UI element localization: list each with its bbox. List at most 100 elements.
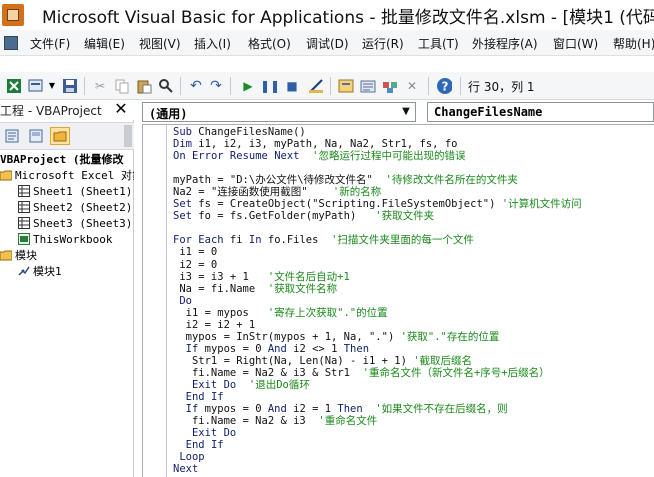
view-code-icon[interactable] — [2, 127, 22, 145]
code-line[interactable] — [173, 162, 651, 174]
code-line[interactable]: Do — [173, 295, 651, 307]
copy-icon[interactable] — [114, 78, 130, 94]
svg-text:?: ? — [442, 80, 449, 94]
close-icon[interactable]: ✕ — [112, 100, 130, 118]
tree-item-vbaproject[interactable]: VBAProject (批量修改 — [0, 152, 123, 168]
toolbar-separator — [84, 77, 85, 95]
code-text: Next — [173, 463, 199, 476]
code-text: If mypos = 0 And i2 = 1 Then — [185, 403, 363, 416]
run-icon[interactable]: ▶ — [240, 78, 256, 94]
menu-format[interactable]: 格式(O) — [248, 35, 291, 52]
toolbox-icon[interactable]: ✕ — [404, 78, 420, 94]
menu-insert[interactable]: 插入(I) — [194, 35, 231, 52]
code-line[interactable]: If mypos = 0 And i2 = 1 Then '如果文件不存在后缀名… — [173, 403, 651, 415]
code-line[interactable]: Next — [173, 463, 651, 475]
design-mode-icon[interactable] — [308, 78, 324, 94]
menu-help[interactable]: 帮助(H) — [613, 35, 654, 52]
view-object-icon[interactable] — [26, 127, 46, 145]
menu-bar: 文件(F) 编辑(E) 视图(V) 插入(I) 格式(O) 调试(D) 运行(R… — [0, 30, 654, 56]
help-icon[interactable]: ? — [436, 78, 452, 94]
standard-toolbar: ▼ ✂ ↶ ↷ ▶ ❚❚ ■ ✕ ? 行 30，列 1 — [0, 72, 654, 100]
system-menu-icon[interactable] — [4, 36, 18, 50]
window-title: Microsoft Visual Basic for Applications … — [42, 8, 654, 28]
code-line[interactable]: Set fs = CreateObject("Scripting.FileSys… — [173, 198, 651, 210]
code-comment: '文件名后自动+1 — [267, 270, 350, 283]
code-comment: '忽略运行过程中可能出现的错误 — [312, 150, 466, 163]
reset-icon[interactable]: ■ — [284, 78, 300, 94]
code-comment: '获取文件夹 — [375, 210, 435, 223]
procedure-dropdown[interactable]: ChangeFilesName — [427, 102, 654, 122]
code-line[interactable]: Str1 = Right(Na, Len(Na) - i1 + 1) '截取后缀… — [173, 355, 651, 367]
tree-item-thisworkbook[interactable]: ThisWorkbook — [18, 232, 112, 248]
toolbar-separator — [428, 77, 429, 95]
code-text: Set fo = fs.GetFolder(myPath) — [173, 210, 376, 223]
toggle-folders-icon[interactable] — [50, 127, 70, 145]
code-lines[interactable]: Sub ChangeFilesName() Dim i1, i2, i3, myP… — [173, 126, 651, 475]
code-window: (通用) ▼ ChangeFilesName Sub ChangeFilesNa… — [142, 100, 654, 477]
code-line[interactable]: Loop — [173, 451, 651, 463]
redo-icon[interactable]: ↷ — [208, 78, 224, 94]
excel-icon[interactable] — [6, 78, 22, 94]
excel-app-icon[interactable] — [2, 4, 24, 26]
find-icon[interactable] — [158, 78, 174, 94]
project-panel-toolbar — [0, 122, 134, 150]
code-editor[interactable]: Sub ChangeFilesName() Dim i1, i2, i3, myP… — [142, 124, 654, 477]
code-line[interactable]: myPath = "D:\办公文件\待修改文件名" '待修改文件名所在的文件夹 — [173, 174, 651, 186]
code-line[interactable]: Exit Do — [173, 427, 651, 439]
cut-icon[interactable]: ✂ — [92, 78, 108, 94]
menu-tools[interactable]: 工具(T) — [418, 35, 459, 52]
code-line[interactable]: Sub ChangeFilesName() — [173, 126, 651, 138]
code-line[interactable]: i3 = i3 + 1 '文件名后自动+1 — [173, 271, 651, 283]
tree-item-sheet2[interactable]: Sheet2 (Sheet2) — [18, 200, 132, 216]
menu-view[interactable]: 视图(V) — [139, 35, 181, 52]
sheet-icon — [18, 185, 30, 197]
tree-item-sheet1[interactable]: Sheet1 (Sheet1) — [18, 184, 132, 200]
object-browser-icon[interactable] — [382, 78, 398, 94]
menu-addins[interactable]: 外接程序(A) — [472, 35, 538, 52]
code-line[interactable]: Dim i1, i2, i3, myPath, Na, Na2, Str1, f… — [173, 138, 651, 150]
title-bar: Microsoft Visual Basic for Applications … — [0, 0, 654, 30]
code-line[interactable]: i1 = 0 — [173, 246, 651, 258]
code-line[interactable]: i2 = 0 — [173, 259, 651, 271]
tree-item-module1[interactable]: 模块1 — [18, 264, 62, 280]
paste-icon[interactable] — [136, 78, 152, 94]
chevron-down-icon[interactable]: ▼ — [399, 105, 413, 119]
code-comment: '计算机文件访问 — [501, 198, 582, 211]
code-line[interactable] — [173, 222, 651, 234]
menu-edit[interactable]: 编辑(E) — [84, 35, 125, 52]
properties-icon[interactable] — [360, 78, 376, 94]
project-explorer-icon[interactable] — [338, 78, 354, 94]
code-line[interactable]: If mypos = 0 And i2 <> 1 Then — [173, 343, 651, 355]
code-line[interactable]: On Error Resume Next '忽略运行过程中可能出现的错误 — [173, 150, 651, 162]
code-line[interactable]: fi.Name = Na2 & i3 & Str1 '重命名文件（新文件名+序号… — [173, 367, 651, 379]
margin-indicator-bar[interactable] — [143, 125, 167, 477]
menu-debug[interactable]: 调试(D) — [306, 35, 349, 52]
panel-scrollbar[interactable] — [124, 125, 132, 147]
code-line[interactable]: Exit Do '退出Do循环 — [173, 379, 651, 391]
code-line[interactable]: mypos = InStr(mypos + 1, Na, ".") '获取"."… — [173, 331, 651, 343]
save-icon[interactable] — [62, 78, 78, 94]
menu-file[interactable]: 文件(F) — [30, 35, 70, 52]
code-line[interactable]: Set fo = fs.GetFolder(myPath) '获取文件夹 — [173, 210, 651, 222]
chevron-down-icon[interactable]: ▼ — [44, 78, 60, 94]
break-icon[interactable]: ❚❚ — [260, 78, 280, 94]
code-line[interactable]: i1 = mypos '寄存上次获取"."的位置 — [173, 307, 651, 319]
object-dropdown[interactable]: (通用) ▼ — [142, 102, 416, 122]
code-line[interactable]: End If — [173, 439, 651, 451]
sheet-icon — [18, 201, 30, 213]
insert-module-icon[interactable] — [28, 78, 44, 94]
code-line[interactable]: Na2 = "连接函数使用截图" '新的名称 — [173, 186, 651, 198]
code-line[interactable]: Na = fi.Name '获取文件名称 — [173, 283, 651, 295]
menu-window[interactable]: 窗口(W) — [553, 35, 598, 52]
undo-icon[interactable]: ↶ — [188, 78, 204, 94]
tree-item-excel-objects[interactable]: Microsoft Excel 对象 — [0, 168, 134, 184]
tree-item-sheet3[interactable]: Sheet3 (Sheet3) — [18, 216, 132, 232]
code-text: Set fs = CreateObject("Scripting.FileSys… — [173, 198, 502, 211]
code-line[interactable]: For Each fi In fo.Files '扫描文件夹里面的每一个文件 — [173, 234, 651, 246]
code-line[interactable]: i2 = i2 + 1 — [173, 319, 651, 331]
code-line[interactable]: End If — [173, 391, 651, 403]
menu-run[interactable]: 运行(R) — [362, 35, 404, 52]
tree-item-modules[interactable]: 模块 — [0, 248, 37, 264]
code-text: For Each fi In fo.Files — [173, 234, 332, 247]
code-line[interactable]: fi.Name = Na2 & i3 '重命名文件 — [173, 415, 651, 427]
